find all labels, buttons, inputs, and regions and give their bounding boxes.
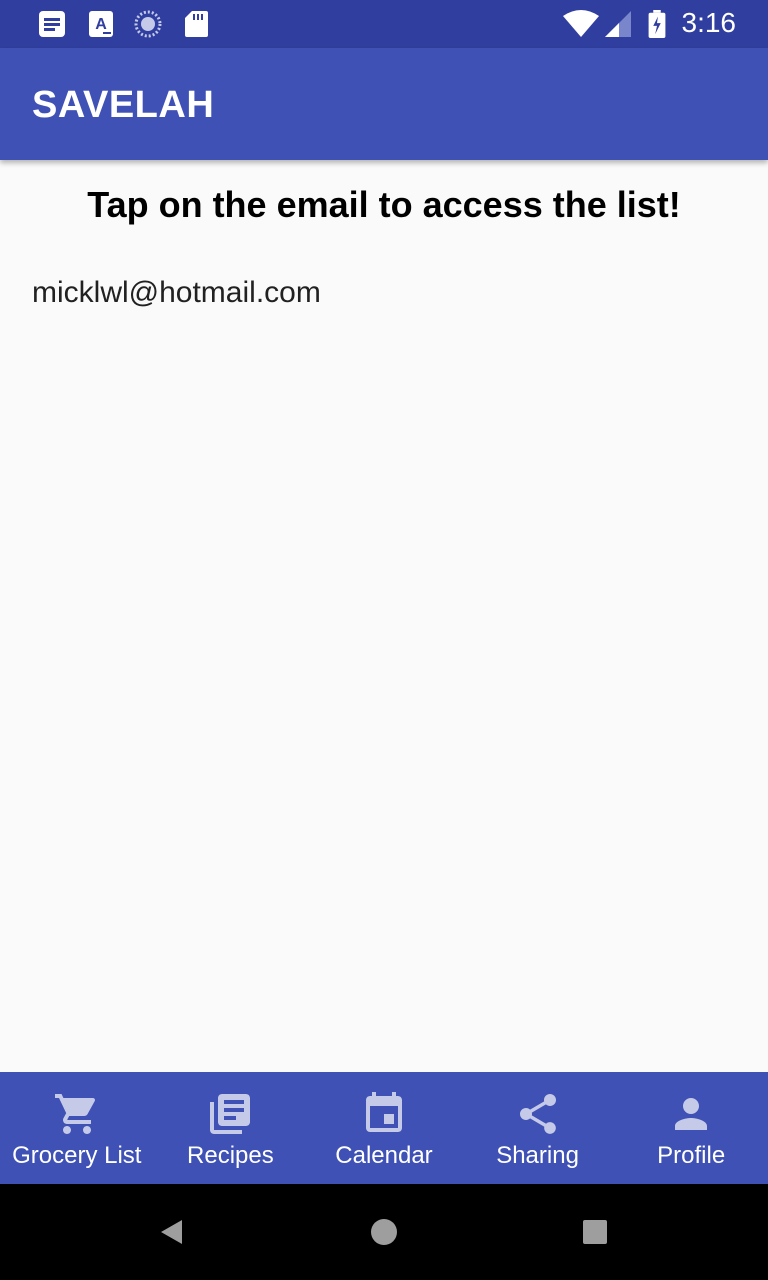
status-bar: A 3:16 <box>0 0 768 48</box>
nav-label-sharing: Sharing <box>496 1142 579 1169</box>
page-heading: Tap on the email to access the list! <box>87 184 681 225</box>
sync-circle-icon <box>134 10 162 38</box>
app-bar: SAVELAH <box>0 48 768 160</box>
keyboard-a-icon: A <box>89 11 113 37</box>
nav-item-profile[interactable]: Profile <box>614 1072 768 1184</box>
status-time: 3:16 <box>681 7 737 38</box>
calendar-icon <box>365 1092 402 1132</box>
back-icon[interactable] <box>158 1218 186 1246</box>
email-list-item[interactable]: micklwl@hotmail.com <box>32 276 321 310</box>
recipes-icon <box>210 1094 251 1134</box>
cart-icon <box>54 1094 95 1134</box>
signal-icon <box>605 11 631 37</box>
nav-item-recipes[interactable]: Recipes <box>154 1072 308 1184</box>
nav-label-calendar: Calendar <box>335 1142 433 1169</box>
document-icon <box>39 11 65 37</box>
system-navigation-bar <box>0 1184 768 1280</box>
nav-label-profile: Profile <box>657 1142 726 1169</box>
nav-item-sharing[interactable]: Sharing <box>461 1072 615 1184</box>
recents-icon[interactable] <box>582 1219 608 1245</box>
home-icon[interactable] <box>370 1218 398 1246</box>
sd-card-icon <box>185 11 208 37</box>
nav-label-grocery-list: Grocery List <box>12 1142 142 1169</box>
wifi-icon <box>563 10 599 37</box>
share-icon <box>519 1094 556 1134</box>
bottom-navigation: Grocery List Recipes Calendar Sharing Pr… <box>0 1072 768 1184</box>
nav-item-grocery-list[interactable]: Grocery List <box>0 1072 154 1184</box>
app-title: SAVELAH <box>32 84 215 126</box>
nav-item-calendar[interactable]: Calendar <box>307 1072 461 1184</box>
person-icon <box>675 1098 708 1130</box>
battery-charging-icon <box>648 10 666 38</box>
nav-label-recipes: Recipes <box>187 1142 274 1169</box>
svg-text:A: A <box>95 16 107 33</box>
